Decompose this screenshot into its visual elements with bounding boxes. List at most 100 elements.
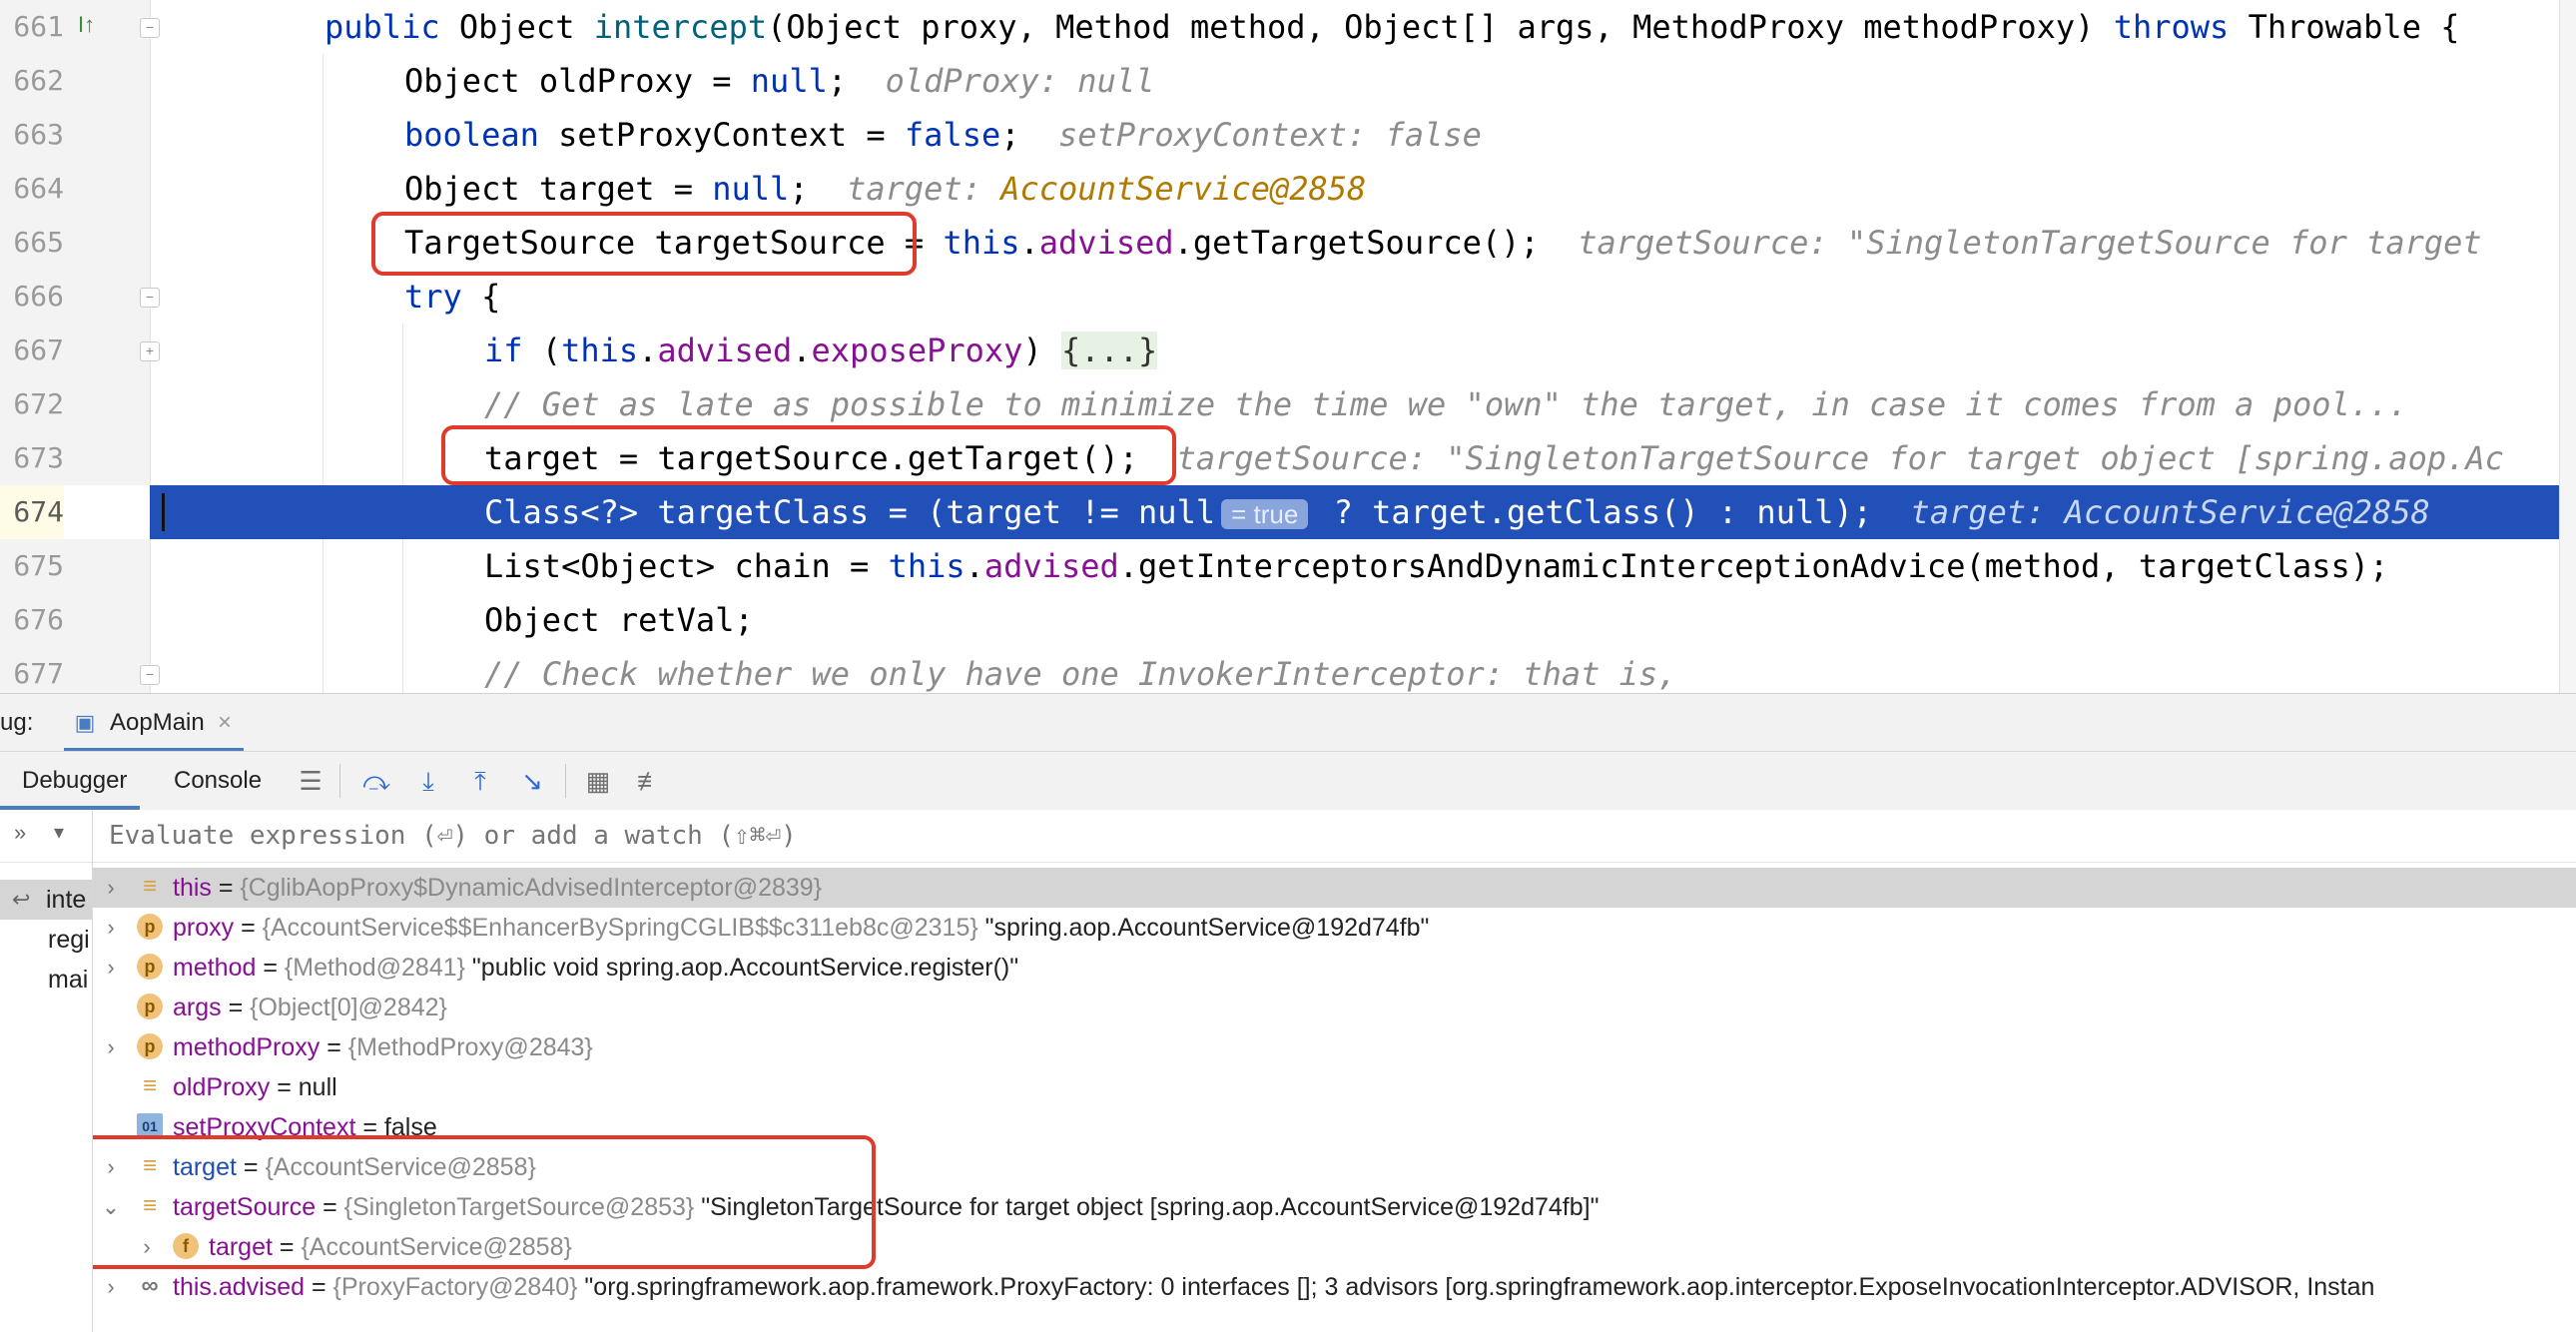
chevron-right-icon[interactable]: ›	[101, 868, 121, 908]
variable-row[interactable]: › ≡ this = {CglibAopProxy$DynamicAdvisedIn…	[93, 868, 2576, 908]
code-token: ;	[1000, 116, 1059, 154]
stack-frame[interactable]: ↩ inte	[0, 880, 92, 920]
folded-code-block[interactable]: {...}	[1060, 332, 1158, 369]
code-line[interactable]: 673 target = targetSource.getTarget(); ta…	[0, 431, 2576, 485]
line-number[interactable]: 665	[0, 216, 64, 270]
inline-debug-hint: target: AccountService@2858	[1910, 493, 2430, 531]
line-number[interactable]: 661	[0, 0, 64, 54]
step-into-icon[interactable]: ⤓	[411, 764, 445, 798]
code-token: Throwable {	[2248, 8, 2460, 46]
variable-value: null	[298, 1073, 337, 1101]
tab-console[interactable]: Console	[174, 752, 262, 810]
code-token: .getInterceptorsAndDynamicInterceptionAd…	[1118, 547, 2389, 585]
line-number[interactable]: 663	[0, 108, 64, 162]
expand-more-icon[interactable]: »	[14, 820, 26, 846]
code-token: .getTargetSource();	[1173, 224, 1579, 262]
code-token: this	[888, 547, 966, 585]
variable-row[interactable]: › ∞ this.advised = {ProxyFactory@2840} "or…	[93, 1267, 2576, 1307]
variable-row[interactable]: p args = {Object[0]@2842}	[93, 988, 2576, 1027]
variable-text: oldProxy = null	[173, 1067, 337, 1107]
code-token: .	[965, 547, 984, 585]
code-line[interactable]: 663 boolean setProxyContext = false; setP…	[0, 108, 2576, 162]
code-token: setProxyContext =	[558, 116, 905, 154]
code-token: .	[1019, 224, 1039, 262]
code-token: null	[750, 62, 828, 100]
collapse-fold-icon[interactable]: −	[140, 665, 160, 685]
code-text: Class<?> targetClass = (target != null = …	[484, 485, 2430, 539]
chevron-right-icon[interactable]: ›	[101, 948, 121, 988]
code-token: List<Object> chain =	[484, 547, 889, 585]
close-icon[interactable]: ×	[218, 694, 232, 752]
layout-icon[interactable]: ☰	[294, 764, 327, 798]
evaluate-icon[interactable]: ▦	[581, 764, 615, 798]
variable-type: {ProxyFactory@2840}	[332, 1273, 578, 1301]
variable-row[interactable]: ≡ oldProxy = null	[93, 1067, 2576, 1107]
code-line[interactable]: 666 try {	[0, 270, 2576, 324]
code-line[interactable]: 662 Object oldProxy = null; oldProxy: nul…	[0, 54, 2576, 108]
code-line[interactable]: 667 if (this.advised.exposeProxy) {...}	[0, 324, 2576, 377]
inline-debug-hint: targetSource: "SingletonTargetSource for…	[1578, 224, 2482, 262]
code-line[interactable]: 677 // Check whether we only have one Inv…	[0, 647, 2576, 693]
line-number[interactable]: 675	[0, 539, 64, 593]
step-out-icon[interactable]: ⤒	[463, 764, 497, 798]
run-config-tab[interactable]: AopMain	[110, 694, 205, 752]
line-number[interactable]: 666	[0, 270, 64, 324]
chevron-right-icon[interactable]: ›	[101, 1027, 121, 1067]
code-line[interactable]: 661 public Object intercept(Object proxy,…	[0, 0, 2576, 54]
equals-sign: =	[211, 874, 241, 902]
code-token: Object oldProxy =	[404, 62, 751, 100]
parameter-icon: p	[137, 914, 163, 940]
code-line[interactable]: 676 Object retVal;	[0, 593, 2576, 647]
variable-row[interactable]: › p methodProxy = {MethodProxy@2843}	[93, 1027, 2576, 1067]
code-token: ? target.getClass() : null);	[1314, 493, 1911, 531]
variable-type: {CglibAopProxy$DynamicAdvisedInterceptor…	[240, 874, 823, 902]
inline-debug-hint: setProxyContext: false	[1058, 116, 1482, 154]
code-token: false	[904, 116, 1001, 154]
line-number[interactable]: 674	[0, 485, 150, 539]
tab-debugger[interactable]: Debugger	[22, 752, 127, 810]
collapse-fold-icon[interactable]: −	[140, 288, 160, 308]
stack-frame[interactable]: regi	[0, 920, 92, 960]
step-over-icon[interactable]: ⤼	[359, 764, 393, 798]
code-text: try {	[404, 270, 500, 324]
implementing-method-icon[interactable]: I↑	[78, 12, 95, 38]
equals-sign: =	[256, 954, 285, 982]
line-number[interactable]: 673	[0, 431, 64, 485]
variable-text: this.advised = {ProxyFactory@2840} "org.…	[173, 1267, 2374, 1307]
evaluate-expression-input[interactable]	[107, 816, 2407, 856]
code-token: null	[712, 170, 790, 208]
watch-icon: ∞	[141, 1272, 159, 1299]
line-number[interactable]: 667	[0, 324, 64, 377]
stack-frame[interactable]: mai	[0, 960, 92, 999]
equals-sign: =	[221, 994, 251, 1021]
line-number[interactable]: 677	[0, 647, 64, 693]
code-editor[interactable]: 661 public Object intercept(Object proxy,…	[0, 0, 2576, 693]
code-token: ;	[789, 170, 848, 208]
highlight-box-get-target	[441, 425, 1176, 485]
code-line[interactable]: 664 Object target = null; target: Account…	[0, 162, 2576, 216]
run-to-cursor-icon[interactable]: ↘	[515, 764, 549, 798]
trace-icon[interactable]: ≢	[633, 764, 667, 798]
code-line[interactable]: 674 Class<?> targetClass = (target != nul…	[0, 485, 2576, 539]
line-number[interactable]: 672	[0, 377, 64, 431]
debug-toolbar: Debugger Console ☰ ⤼ ⤓ ⤒ ↘ ▦ ≢	[0, 751, 2576, 811]
code-text: Object oldProxy = null; oldProxy: null	[404, 54, 1154, 108]
chevron-right-icon[interactable]: ›	[101, 908, 121, 948]
code-line[interactable]: 675 List<Object> chain = this.advised.get…	[0, 539, 2576, 593]
line-number[interactable]: 662	[0, 54, 64, 108]
code-token: boolean	[404, 116, 559, 154]
variable-row[interactable]: › p method = {Method@2841} "public void sp…	[93, 948, 2576, 988]
line-number[interactable]: 664	[0, 162, 64, 216]
code-line[interactable]: 672 // Get as late as possible to minimiz…	[0, 377, 2576, 431]
variable-text: this = {CglibAopProxy$DynamicAdvisedInte…	[173, 868, 822, 908]
stack-frame-label: inte	[46, 886, 87, 914]
chevron-down-icon[interactable]: ▾	[54, 820, 64, 845]
chevron-right-icon[interactable]: ›	[101, 1267, 121, 1307]
code-text: boolean setProxyContext = false; setProx…	[404, 108, 1482, 162]
watch-bar	[93, 810, 2576, 863]
variable-row[interactable]: › p proxy = {AccountService$$EnhancerBySpr…	[93, 908, 2576, 948]
expand-fold-icon[interactable]: +	[140, 341, 160, 361]
editor-scrollbar[interactable]	[2559, 0, 2576, 693]
line-number[interactable]: 676	[0, 593, 64, 647]
collapse-fold-icon[interactable]: −	[140, 18, 160, 38]
